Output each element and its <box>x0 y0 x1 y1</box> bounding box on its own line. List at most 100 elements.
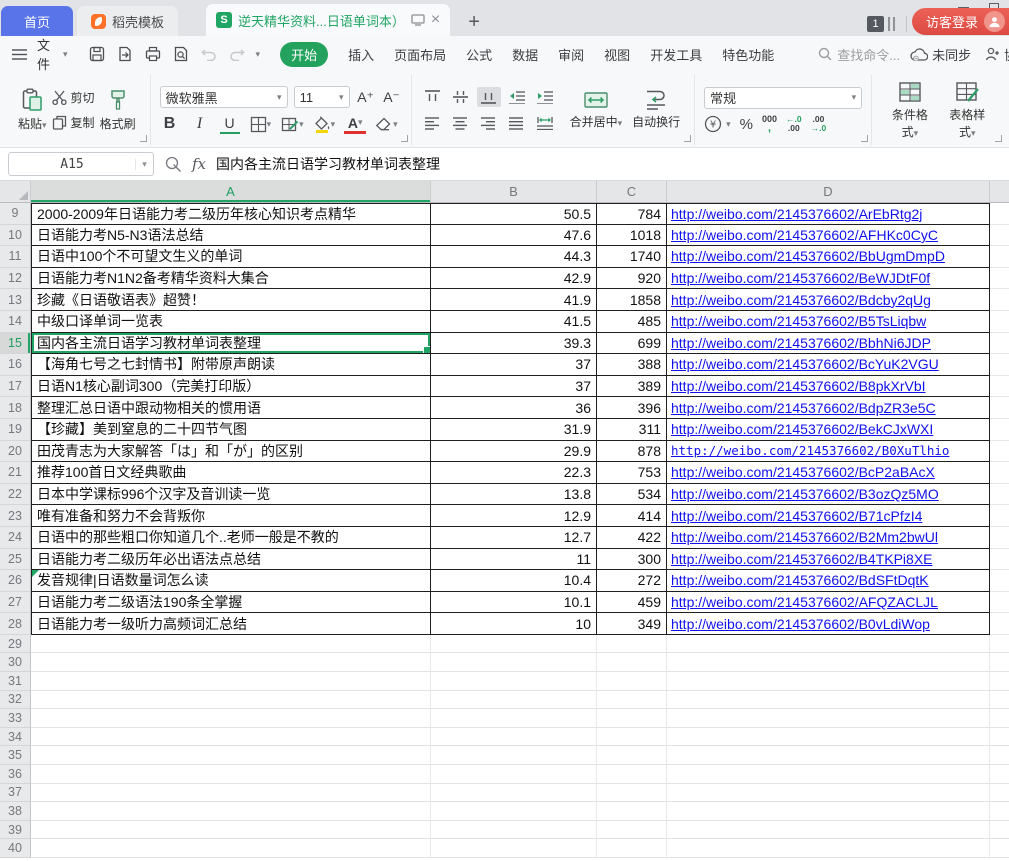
weibo-link[interactable]: http://weibo.com/2145376602/BcP2aBAcX <box>671 464 935 480</box>
cell-count[interactable]: 753 <box>597 462 667 484</box>
row-header[interactable]: 37 <box>0 784 31 803</box>
cell-score[interactable]: 10 <box>431 613 597 635</box>
cell-empty[interactable] <box>31 802 431 821</box>
cell-empty[interactable] <box>990 419 1009 441</box>
row-header[interactable]: 24 <box>0 527 31 549</box>
cell-empty[interactable] <box>990 672 1009 691</box>
cell-score[interactable]: 10.4 <box>431 570 597 592</box>
cell-empty[interactable] <box>431 746 597 765</box>
cell-empty[interactable] <box>990 376 1009 398</box>
italic-button[interactable]: I <box>190 114 210 134</box>
weibo-link[interactable]: http://weibo.com/2145376602/BdpZR3e5C <box>671 400 936 416</box>
tab-review[interactable]: 审阅 <box>558 45 584 64</box>
font-size-select[interactable]: 11▾ <box>294 86 350 108</box>
name-box-chevron[interactable]: ▾ <box>135 159 153 170</box>
cell-empty[interactable] <box>431 653 597 672</box>
cell-empty[interactable] <box>990 592 1009 614</box>
weibo-link[interactable]: http://weibo.com/2145376602/B71cPfzI4 <box>671 508 922 524</box>
weibo-link[interactable]: http://weibo.com/2145376602/BbhNi6JDP <box>671 335 931 351</box>
cell-score[interactable]: 11 <box>431 549 597 571</box>
decrease-decimal-button[interactable]: .00 →.0 <box>811 115 827 133</box>
row-header[interactable]: 40 <box>0 839 31 858</box>
copy-button[interactable]: 复制 <box>52 114 95 131</box>
cell-title[interactable]: 发音规律|日语数量词怎么读 <box>31 570 431 592</box>
select-all-corner[interactable] <box>0 181 31 202</box>
tab-data[interactable]: 数据 <box>512 45 538 64</box>
cell-score[interactable]: 42.9 <box>431 268 597 290</box>
undo-icon[interactable] <box>200 45 218 63</box>
cell-empty[interactable] <box>597 709 667 728</box>
cell-empty[interactable] <box>990 527 1009 549</box>
clipboard-dialog-launcher[interactable] <box>140 135 147 142</box>
cell-count[interactable]: 1740 <box>597 246 667 268</box>
table-style-button[interactable]: 表格样式▾ <box>939 79 996 142</box>
align-middle-button[interactable] <box>449 87 473 107</box>
cell-empty[interactable] <box>31 709 431 728</box>
increase-indent-button[interactable] <box>533 87 557 107</box>
row-header[interactable]: 31 <box>0 672 31 691</box>
align-top-button[interactable] <box>421 87 445 107</box>
cell-empty[interactable] <box>667 821 990 840</box>
tab-view[interactable]: 视图 <box>604 45 630 64</box>
cell-empty[interactable] <box>597 691 667 710</box>
formula-value[interactable]: 国内各主流日语学习教材单词表整理 <box>216 154 440 174</box>
cell-score[interactable]: 29.9 <box>431 441 597 463</box>
align-bottom-button[interactable] <box>477 87 501 107</box>
weibo-link[interactable]: http://weibo.com/2145376602/B0XuTlhio <box>671 443 949 458</box>
cell-empty[interactable] <box>990 225 1009 247</box>
cell-empty[interactable] <box>990 746 1009 765</box>
row-header[interactable]: 28 <box>0 613 31 635</box>
font-color-button[interactable]: A▾ <box>345 114 365 134</box>
row-header[interactable]: 29 <box>0 635 31 654</box>
distribute-text-button[interactable] <box>533 113 557 133</box>
cell-title[interactable]: 【海角七号之七封情书】附带原声朗读 <box>31 354 431 376</box>
weibo-link[interactable]: http://weibo.com/2145376602/AFQZACLJL <box>671 594 938 610</box>
row-header[interactable]: 25 <box>0 549 31 571</box>
tab-special-features[interactable]: 特色功能 <box>722 45 774 64</box>
cell-empty[interactable] <box>597 746 667 765</box>
cell-empty[interactable] <box>990 613 1009 635</box>
redo-icon[interactable] <box>228 45 246 63</box>
cell-empty[interactable] <box>990 484 1009 506</box>
cell-score[interactable]: 39.3 <box>431 333 597 355</box>
cell-title[interactable]: 日语中的那些粗口你知道几个..老师一般是不教的 <box>31 527 431 549</box>
row-header[interactable]: 36 <box>0 765 31 784</box>
cell-empty[interactable] <box>597 672 667 691</box>
cell-empty[interactable] <box>990 765 1009 784</box>
cell-score[interactable]: 12.7 <box>431 527 597 549</box>
column-header-d[interactable]: D <box>667 181 990 202</box>
cell-empty[interactable] <box>990 821 1009 840</box>
row-header[interactable]: 19 <box>0 419 31 441</box>
borders-button[interactable]: ▾ <box>250 114 272 134</box>
cell-empty[interactable] <box>31 635 431 654</box>
window-count-badge[interactable]: 1 <box>867 16 884 32</box>
insert-function-button[interactable]: fx <box>192 155 206 173</box>
cell-empty[interactable] <box>431 691 597 710</box>
row-header[interactable]: 15 <box>0 333 31 355</box>
weibo-link[interactable]: http://weibo.com/2145376602/BcYuK2VGU <box>671 356 939 372</box>
row-header[interactable]: 34 <box>0 728 31 747</box>
cell-title[interactable]: 国内各主流日语学习教材单词表整理 <box>31 333 431 355</box>
tab-insert[interactable]: 插入 <box>348 45 374 64</box>
weibo-link[interactable]: http://weibo.com/2145376602/B2Mm2bwUl <box>671 529 938 545</box>
cell-title[interactable]: 中级口译单词一览表 <box>31 311 431 333</box>
save-icon[interactable] <box>88 45 106 63</box>
row-header[interactable]: 10 <box>0 225 31 247</box>
row-header[interactable]: 30 <box>0 653 31 672</box>
cell-empty[interactable] <box>990 653 1009 672</box>
justify-button[interactable] <box>505 113 529 133</box>
cell-count[interactable]: 485 <box>597 311 667 333</box>
cell-empty[interactable] <box>667 709 990 728</box>
cell-empty[interactable] <box>990 505 1009 527</box>
cell-empty[interactable] <box>31 672 431 691</box>
cell-title[interactable]: 【珍藏】美到窒息的二十四节气图 <box>31 419 431 441</box>
column-header-b[interactable]: B <box>431 181 597 202</box>
decrease-indent-button[interactable] <box>505 87 529 107</box>
bold-button[interactable]: B <box>160 114 180 134</box>
cell-empty[interactable] <box>597 802 667 821</box>
cell-empty[interactable] <box>667 765 990 784</box>
cell-title[interactable]: 日本中学课标996个汉字及音训读一览 <box>31 484 431 506</box>
align-center-button[interactable] <box>449 113 473 133</box>
cell-empty[interactable] <box>990 549 1009 571</box>
tab-document[interactable]: S 逆天精华资料...日语单词本） × <box>206 4 450 36</box>
